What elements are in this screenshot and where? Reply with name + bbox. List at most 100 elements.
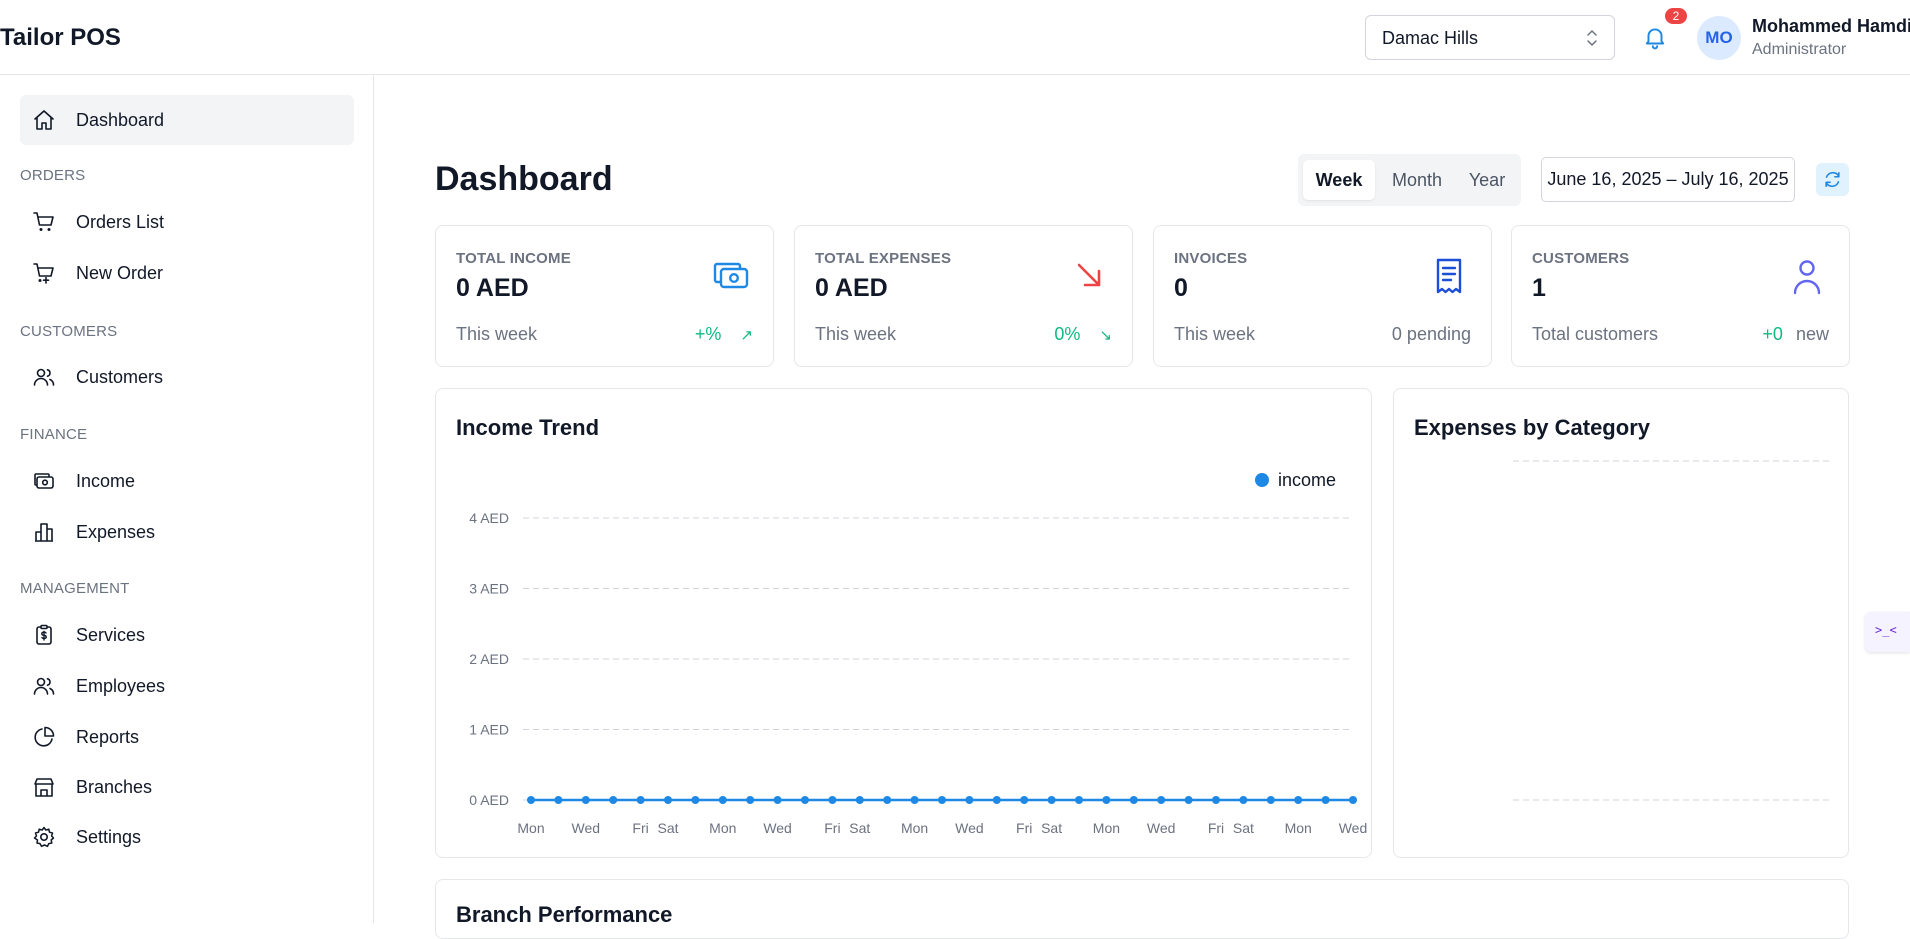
x-tick-label: Wed bbox=[955, 820, 984, 836]
data-point bbox=[1075, 796, 1083, 804]
sidebar-item-dashboard[interactable]: Dashboard bbox=[20, 95, 354, 145]
sidebar-item-label: Expenses bbox=[76, 521, 156, 542]
avatar[interactable]: MO bbox=[1697, 16, 1741, 60]
sidebar-item-employees[interactable]: Employees bbox=[20, 661, 354, 711]
income-trend-chart: 0 AED 1 AED 2 AED 3 AED 4 AED Mon Wed Fri Sat Mon… bbox=[469, 470, 1368, 836]
x-tick-label: Wed bbox=[763, 820, 792, 836]
sidebar-item-orders-list[interactable]: Orders List bbox=[20, 197, 354, 247]
money-icon bbox=[34, 473, 54, 489]
tab-year[interactable]: Year bbox=[1458, 160, 1516, 200]
data-point bbox=[1349, 796, 1357, 804]
sidebar-item-new-order[interactable]: New Order bbox=[20, 248, 354, 298]
data-point bbox=[1129, 796, 1138, 804]
sidebar-item-label: Reports bbox=[76, 726, 140, 747]
card-total-income: TOTAL INCOME 0 AED This week +% ↗ bbox=[435, 225, 774, 367]
card-invoices: INVOICES 0 This week 0 pending bbox=[1153, 225, 1492, 367]
sidebar-item-services[interactable]: Services bbox=[20, 610, 354, 660]
data-point bbox=[883, 796, 892, 804]
data-point bbox=[828, 796, 837, 804]
x-tick-label: Mon bbox=[901, 820, 928, 836]
x-tick-label: Wed bbox=[1339, 820, 1368, 836]
x-tick-label: Mon bbox=[1093, 820, 1120, 836]
tab-month[interactable]: Month bbox=[1378, 160, 1456, 200]
x-tick-label: Wed bbox=[572, 820, 601, 836]
gear-icon bbox=[33, 826, 55, 848]
sidebar-item-settings[interactable]: Settings bbox=[20, 812, 354, 862]
data-point bbox=[992, 796, 1001, 804]
home-icon bbox=[34, 110, 54, 130]
data-point bbox=[609, 796, 618, 804]
sidebar-item-label: Branches bbox=[76, 776, 153, 797]
store-icon bbox=[34, 778, 54, 797]
x-tick-label: Mon bbox=[709, 820, 736, 836]
sidebar-item-label: Dashboard bbox=[76, 109, 165, 130]
sidebar-item-label: Income bbox=[76, 470, 136, 491]
floating-widget-button[interactable]: >_< bbox=[1865, 612, 1910, 652]
branch-select[interactable]: Damac Hills bbox=[1365, 15, 1615, 60]
sidebar-item-expenses[interactable]: Expenses bbox=[20, 507, 354, 557]
data-point bbox=[664, 796, 672, 804]
users-icon bbox=[33, 368, 55, 386]
cart-icon bbox=[33, 212, 54, 231]
user-icon bbox=[1793, 260, 1821, 295]
section-customers: CUSTOMERS bbox=[20, 323, 118, 340]
bar-chart-icon bbox=[35, 523, 53, 542]
x-tick-label: Fri bbox=[1016, 820, 1032, 836]
data-point bbox=[1239, 796, 1248, 804]
data-point bbox=[718, 796, 727, 804]
data-point bbox=[938, 796, 946, 804]
sidebar-item-branches[interactable]: Branches bbox=[20, 762, 354, 812]
sidebar: Dashboard ORDERS Orders List New Order C… bbox=[0, 75, 374, 923]
data-point bbox=[581, 796, 590, 804]
card-title: CUSTOMERS bbox=[1532, 250, 1630, 267]
x-tick-label: Fri bbox=[824, 820, 840, 836]
card-total-expenses: TOTAL EXPENSES 0 AED This week 0% ↘ bbox=[794, 225, 1133, 367]
data-point bbox=[1020, 796, 1029, 804]
section-orders: ORDERS bbox=[20, 167, 86, 184]
user-role: Administrator bbox=[1752, 41, 1847, 58]
bell-icon[interactable] bbox=[1642, 24, 1668, 50]
card-trend-value: +% bbox=[694, 324, 722, 344]
date-range-picker[interactable]: June 16, 2025 – July 16, 2025 bbox=[1541, 157, 1795, 202]
x-tick-label: Sat bbox=[849, 820, 870, 836]
top-bar: Tailor POS Damac Hills 2 MO Mohammed Ham… bbox=[0, 0, 1910, 75]
card-customers: CUSTOMERS 1 Total customers +0 new bbox=[1511, 225, 1850, 367]
data-point bbox=[1157, 796, 1166, 804]
code-icon: >_< bbox=[1875, 623, 1897, 637]
sidebar-item-label: Orders List bbox=[76, 211, 165, 232]
trend-down-icon bbox=[1077, 263, 1101, 287]
card-subtitle: Total customers bbox=[1532, 324, 1659, 344]
sidebar-item-label: Services bbox=[76, 624, 146, 645]
card-subtitle: This week bbox=[815, 324, 897, 344]
x-tick-label: Wed bbox=[1147, 820, 1176, 836]
page-title: Dashboard bbox=[435, 160, 613, 198]
card-subtitle: This week bbox=[1174, 324, 1256, 344]
card-value: 1 bbox=[1532, 274, 1546, 302]
y-tick-label: 2 AED bbox=[469, 651, 509, 667]
sidebar-item-customers[interactable]: Customers bbox=[20, 352, 354, 402]
data-point bbox=[801, 796, 809, 804]
data-point bbox=[636, 796, 645, 804]
sidebar-item-reports[interactable]: Reports bbox=[20, 712, 354, 762]
legend-marker bbox=[1255, 473, 1269, 487]
data-point bbox=[554, 796, 563, 804]
users-icon bbox=[33, 677, 55, 695]
card-trend-value: 0% bbox=[1054, 324, 1081, 344]
card-title: INVOICES bbox=[1174, 250, 1248, 267]
income-trend-panel: Income Trend 0 AED 1 AED 2 AED 3 AED 4 AED Mo… bbox=[435, 388, 1372, 858]
data-point bbox=[1102, 796, 1111, 804]
card-trend-value: 0 pending bbox=[1391, 324, 1471, 344]
card-trend-value: +0 bbox=[1762, 324, 1783, 344]
receipt-icon bbox=[1436, 258, 1462, 294]
refresh-button[interactable] bbox=[1816, 163, 1849, 196]
card-value: 0 AED bbox=[456, 274, 529, 302]
y-tick-label: 3 AED bbox=[469, 581, 509, 597]
y-tick-label: 1 AED bbox=[469, 722, 509, 738]
clipboard-dollar-icon bbox=[36, 624, 52, 645]
section-finance: FINANCE bbox=[20, 426, 88, 443]
data-point bbox=[910, 796, 919, 804]
cart-plus-icon bbox=[33, 263, 54, 284]
sidebar-item-income[interactable]: Income bbox=[20, 456, 354, 506]
tab-week[interactable]: Week bbox=[1303, 160, 1375, 200]
refresh-icon bbox=[1825, 171, 1840, 188]
